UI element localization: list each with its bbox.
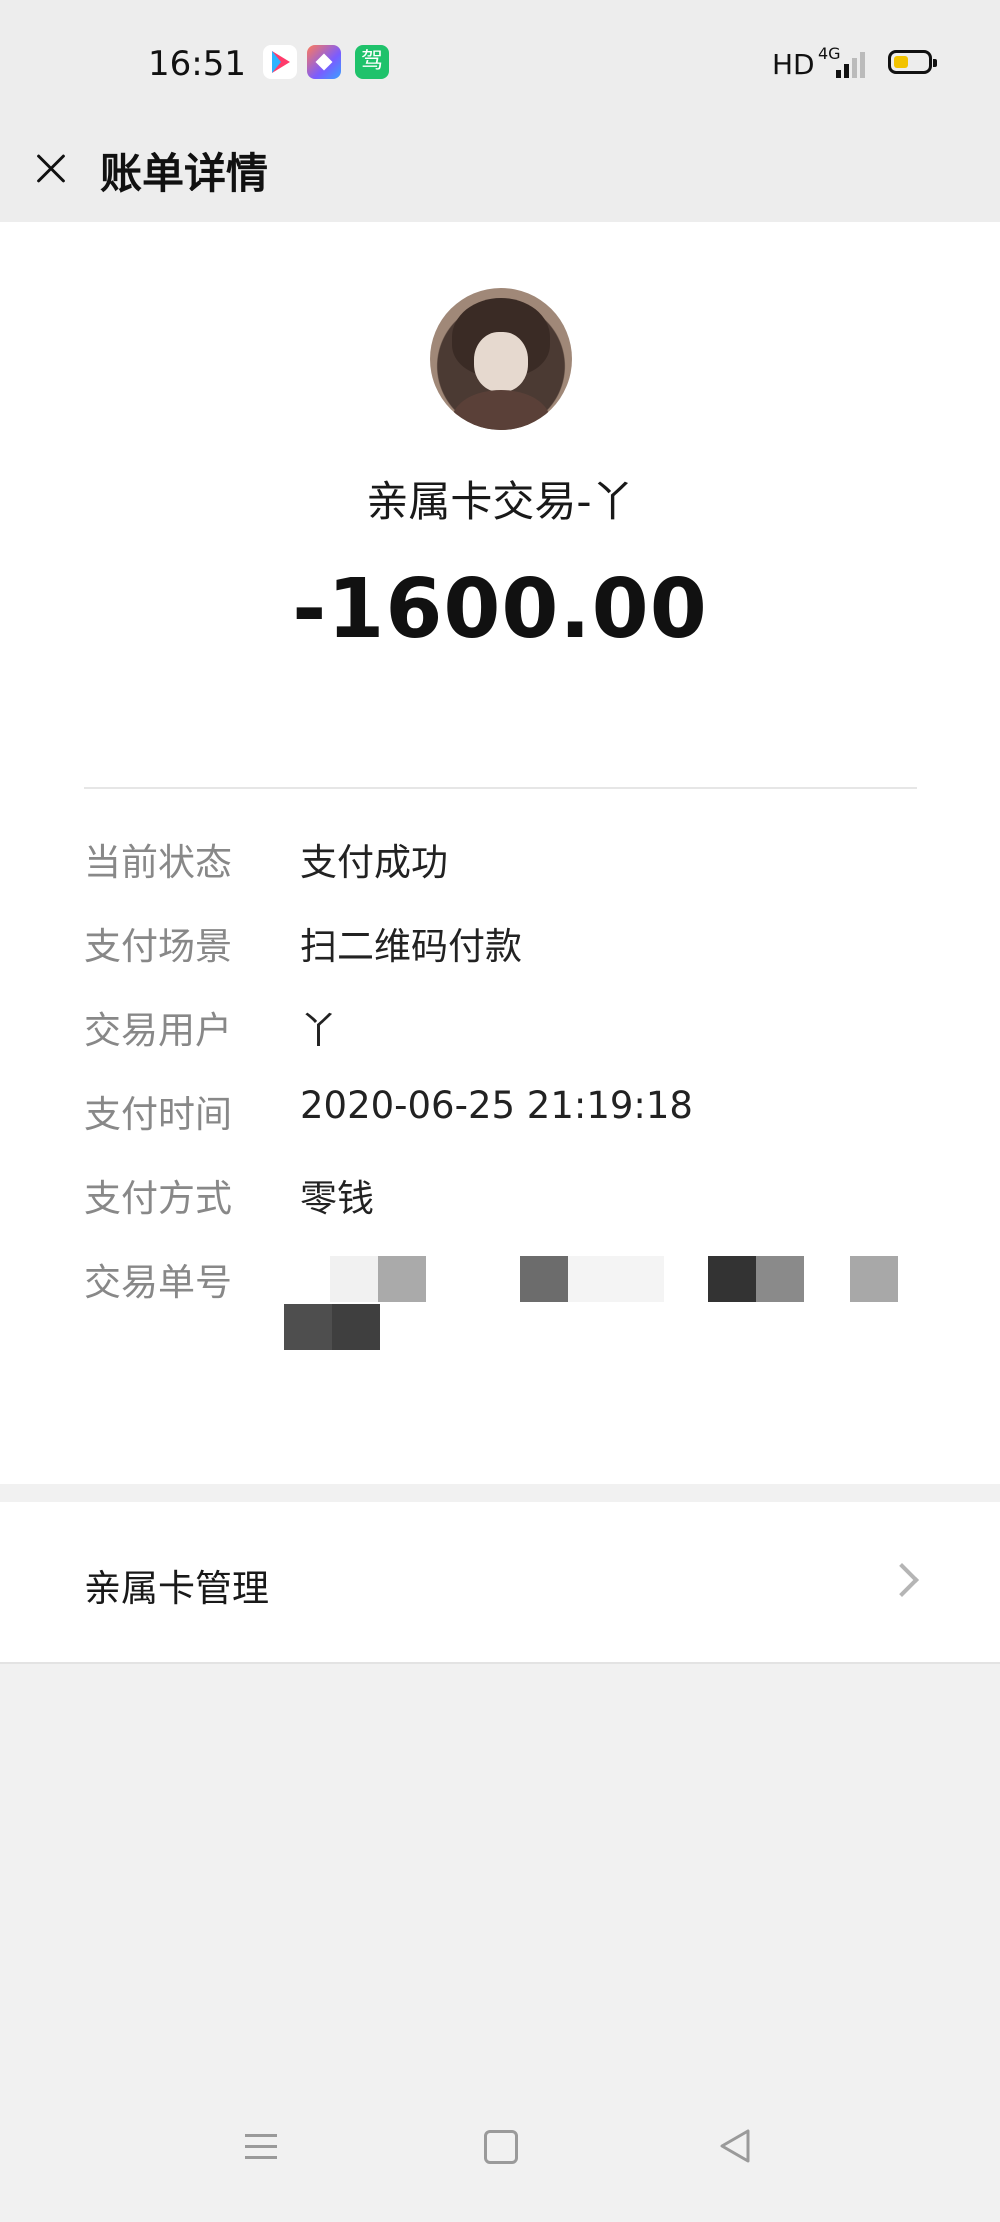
avatar [430,288,572,430]
detail-label: 支付时间 [84,1093,232,1136]
divider [84,787,917,789]
close-icon[interactable] [24,142,78,196]
detail-label: 支付场景 [84,925,232,968]
detail-value: 零钱 [300,1177,374,1220]
network-type: 4G [818,44,841,63]
detail-value: 丫 [300,1009,337,1052]
battery-icon [888,50,937,74]
chevron-right-icon [885,1563,919,1597]
detail-value: 支付成功 [300,841,448,884]
driving-school-icon: 驾 [355,45,389,79]
detail-row-status: 当前状态 支付成功 [84,832,924,916]
hd-indicator: HD [772,48,815,81]
status-bar: 16:51 驾 HD 4G [0,0,1000,130]
status-time: 16:51 [148,44,246,84]
merchant-name: 亲属卡交易-丫 [366,477,634,526]
back-icon[interactable] [718,2128,752,2164]
home-icon[interactable] [484,2130,518,2164]
detail-label: 交易用户 [84,1009,232,1052]
divider [0,1662,1000,1664]
family-card-management[interactable]: 亲属卡管理 [0,1502,1000,1664]
menu-icon[interactable] [245,2132,277,2162]
family-card-label: 亲属卡管理 [84,1567,269,1610]
header-bar: 账单详情 [0,130,1000,222]
details-list: 当前状态 支付成功 支付场景 扫二维码付款 交易用户 丫 支付时间 2020-0… [84,832,924,1350]
transaction-amount: -1600.00 [292,562,708,657]
detail-value: 扫二维码付款 [300,925,522,968]
page-title: 账单详情 [100,149,269,198]
detail-row-method: 支付方式 零钱 [84,1168,924,1252]
youyu-icon [263,45,297,79]
detail-row-time: 支付时间 2020-06-25 21:19:18 [84,1084,924,1168]
transaction-card: 亲属卡交易-丫 -1600.00 当前状态 支付成功 支付场景 扫二维码付款 交… [0,222,1000,1484]
system-nav-bar [0,2110,1000,2222]
detail-row-scene: 支付场景 扫二维码付款 [84,916,924,1000]
detail-row-order-id: 交易单号 [84,1252,924,1350]
detail-label: 交易单号 [84,1261,232,1304]
detail-label: 支付方式 [84,1177,232,1220]
detail-value: 2020-06-25 21:19:18 [300,1084,693,1127]
editor-icon [307,45,341,79]
detail-label: 当前状态 [84,841,232,884]
detail-row-user: 交易用户 丫 [84,1000,924,1084]
